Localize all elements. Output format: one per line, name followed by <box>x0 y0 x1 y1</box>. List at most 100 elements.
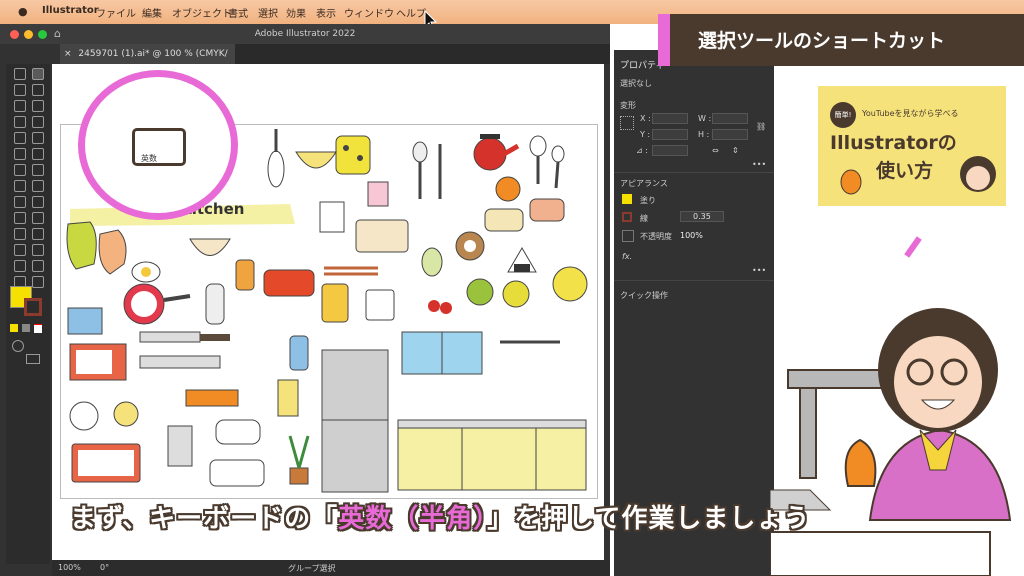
pen-tool-icon[interactable] <box>14 100 26 112</box>
subtitle-highlight: 英数（半角） <box>338 504 488 534</box>
artboard-tool-icon[interactable] <box>14 260 26 272</box>
lasso-tool-icon[interactable] <box>32 84 44 96</box>
graph-tool-icon[interactable] <box>32 244 44 256</box>
default-fill-icon[interactable] <box>10 324 18 332</box>
menu-type[interactable]: 書式 <box>228 5 248 20</box>
zoom-window-button[interactable] <box>38 30 47 39</box>
h-field[interactable] <box>712 129 748 140</box>
menu-file[interactable]: ファイル <box>96 5 136 20</box>
spoon-fork-icon <box>412 141 442 199</box>
x-field[interactable] <box>652 113 688 124</box>
bowl-icon <box>295 151 337 169</box>
shape-builder-tool-icon[interactable] <box>14 196 26 208</box>
h-label: H : <box>698 130 710 139</box>
bread-icon <box>484 208 524 232</box>
constrain-link-icon[interactable]: ⛓ <box>756 122 766 131</box>
transform-more-button[interactable]: ••• <box>752 160 766 169</box>
oven-mitt-icon <box>66 221 97 270</box>
reference-point-icon[interactable] <box>620 116 634 130</box>
width-tool-icon[interactable] <box>14 180 26 192</box>
draw-mode-icon[interactable] <box>12 340 24 352</box>
y-label: Y : <box>640 130 651 139</box>
subtitle-part-1: まず、キーボードの「 <box>70 504 339 534</box>
selection-tool-icon[interactable] <box>14 68 26 80</box>
rotation-angle[interactable]: 0° <box>100 563 109 572</box>
fill-label: 塗り <box>640 196 656 205</box>
cabinet-window-icon <box>401 331 483 375</box>
shaper-tool-icon[interactable] <box>14 148 26 160</box>
flip-horizontal-icon[interactable]: ⇔ <box>712 146 719 155</box>
stroke-swatch[interactable] <box>24 298 42 316</box>
fill-color-swatch[interactable] <box>622 194 632 204</box>
line-tool-icon[interactable] <box>32 116 44 128</box>
opacity-value[interactable]: 100% <box>680 231 703 240</box>
menu-view[interactable]: 表示 <box>316 5 336 20</box>
gradient-tool-icon[interactable] <box>32 212 44 224</box>
paintbrush-tool-icon[interactable] <box>32 132 44 144</box>
zoom-level[interactable]: 100% <box>58 563 81 572</box>
accent-dash <box>904 236 922 258</box>
none-swatch-icon[interactable] <box>34 324 42 333</box>
presenter-face <box>894 336 982 428</box>
slice-tool-icon[interactable] <box>32 260 44 272</box>
home-icon[interactable]: ⌂ <box>54 27 61 40</box>
blend-tool-icon[interactable] <box>32 228 44 240</box>
y-field[interactable] <box>652 129 688 140</box>
cherries-icon <box>428 300 452 314</box>
close-window-button[interactable] <box>10 30 19 39</box>
tab-close-icon[interactable]: × <box>64 49 72 59</box>
screen-mode-icon[interactable] <box>26 354 40 364</box>
eyedropper-tool-icon[interactable] <box>14 228 26 240</box>
menu-effect[interactable]: 効果 <box>286 5 306 20</box>
peeler-icon <box>205 283 225 325</box>
mesh-tool-icon[interactable] <box>14 212 26 224</box>
menu-edit[interactable]: 編集 <box>142 5 162 20</box>
flip-vertical-icon[interactable]: ⇕ <box>732 146 739 155</box>
divider <box>614 172 774 173</box>
menu-window[interactable]: ウィンドウ <box>344 5 394 20</box>
type-tool-icon[interactable] <box>14 116 26 128</box>
rotate-tool-icon[interactable] <box>14 164 26 176</box>
apple-menu-icon[interactable]: ● <box>18 5 28 18</box>
direct-selection-tool-icon[interactable] <box>32 68 44 80</box>
cleaver-icon <box>139 355 221 369</box>
window-titlebar: Adobe Illustrator 2022 <box>0 24 610 44</box>
subtitle-part-2: 」を押して作業しましょう <box>487 504 811 534</box>
curvature-tool-icon[interactable] <box>32 100 44 112</box>
angle-field[interactable] <box>652 145 688 156</box>
honey-jar-icon <box>235 259 255 291</box>
gradient-swatch-icon[interactable] <box>22 324 30 332</box>
menu-help[interactable]: ヘルプ <box>396 5 426 20</box>
teapot-icon <box>473 134 520 171</box>
pear-icon <box>421 247 443 277</box>
symbol-sprayer-tool-icon[interactable] <box>14 244 26 256</box>
rectangle-tool-icon[interactable] <box>14 132 26 144</box>
divider <box>614 280 774 281</box>
minimize-window-button[interactable] <box>24 30 33 39</box>
eraser-tool-icon[interactable] <box>32 148 44 160</box>
griddle-icon <box>71 443 141 483</box>
window-title: Adobe Illustrator 2022 <box>254 29 356 39</box>
document-tab[interactable]: × 2459701 (1).ai* @ 100 % (CMYK/プレビュー) <box>60 44 235 79</box>
w-field[interactable] <box>712 113 748 124</box>
stroke-label: 線 <box>640 214 648 223</box>
stroke-color-swatch[interactable] <box>622 212 632 222</box>
free-transform-tool-icon[interactable] <box>32 180 44 192</box>
measuring-cup-icon <box>365 289 395 321</box>
perspective-grid-tool-icon[interactable] <box>32 196 44 208</box>
appearance-more-button[interactable]: ••• <box>752 266 766 275</box>
menu-select[interactable]: 選択 <box>258 5 278 20</box>
fridge-icon <box>321 349 389 493</box>
menu-object[interactable]: オブジェクト <box>172 5 232 20</box>
fx-button[interactable]: fx. <box>622 252 632 261</box>
scale-tool-icon[interactable] <box>32 164 44 176</box>
status-bar: 100% 0° グループ選択 <box>52 560 610 576</box>
pot-icon <box>263 269 315 297</box>
menu-app[interactable]: Illustrator <box>42 5 99 16</box>
towel-icon <box>277 379 299 417</box>
butter-box-icon <box>67 307 103 335</box>
zoom-tool-icon[interactable] <box>32 276 44 288</box>
magic-wand-tool-icon[interactable] <box>14 84 26 96</box>
stroke-weight-field[interactable]: 0.35 <box>680 211 724 222</box>
whisk-icon <box>267 129 285 188</box>
